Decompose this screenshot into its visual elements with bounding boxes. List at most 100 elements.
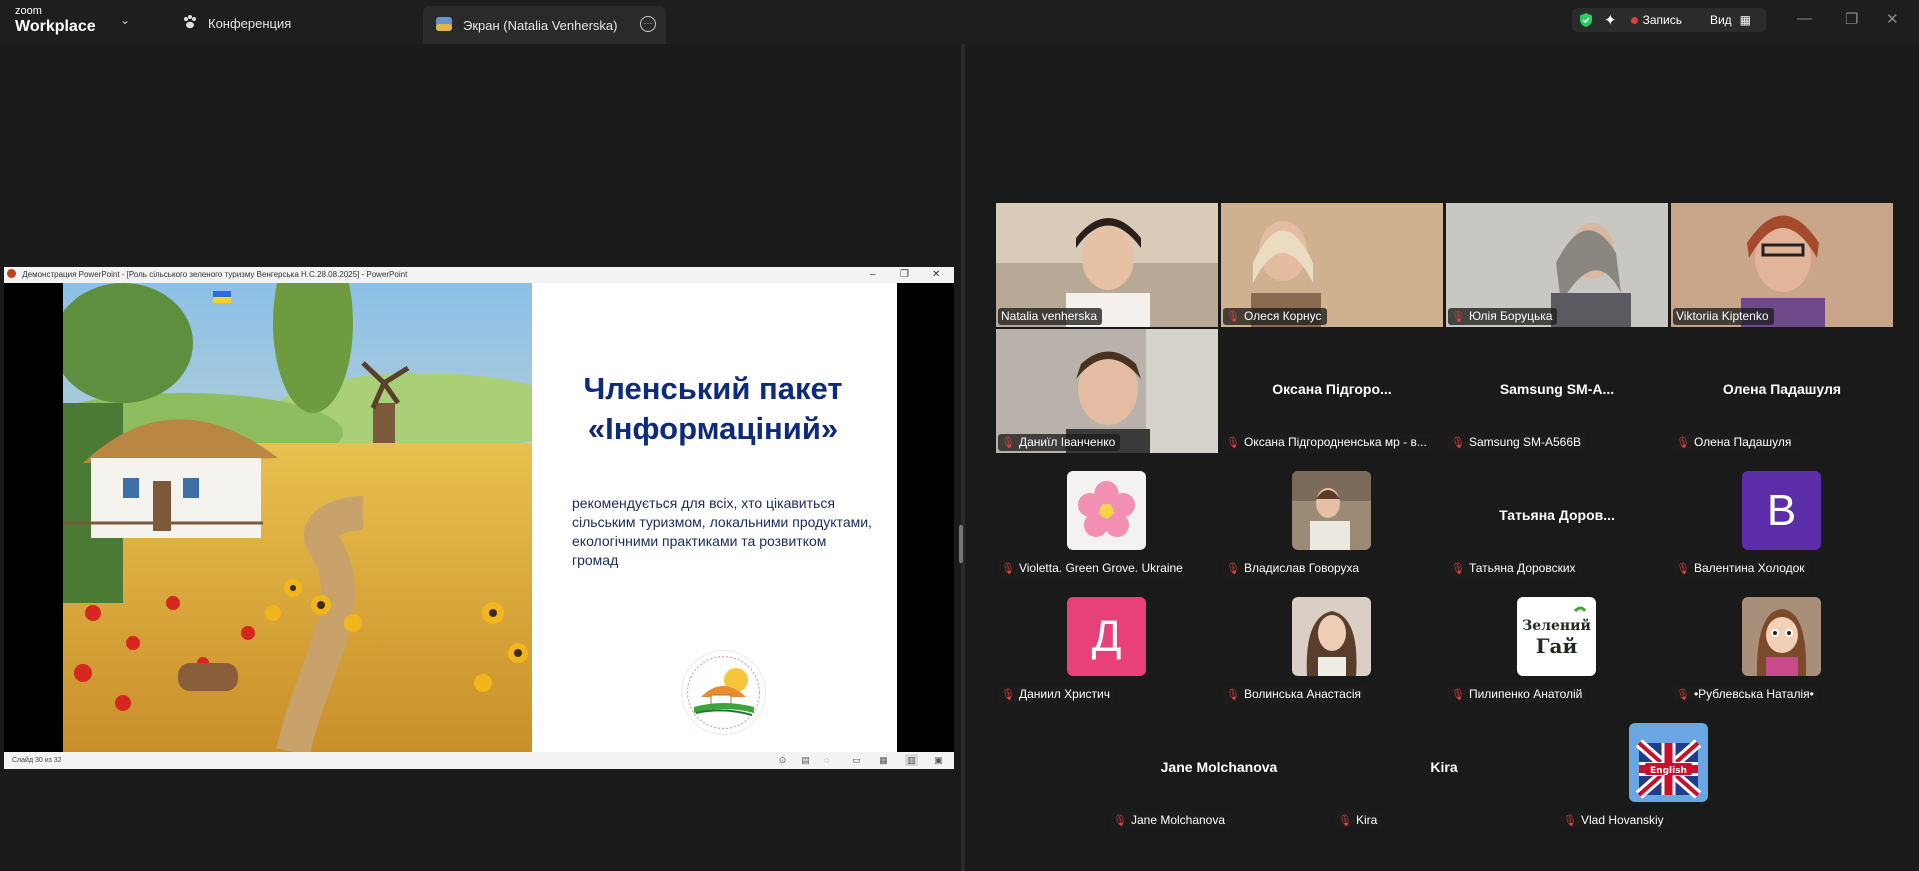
- mic-muted-icon: 🎙: [1226, 311, 1240, 323]
- participant-tile[interactable]: Д 🎙 Даниил Христич: [996, 581, 1218, 705]
- close-icon[interactable]: ✕: [1886, 10, 1899, 28]
- normal-view-icon[interactable]: ▭: [850, 754, 863, 766]
- participant-name: Татьяна Доровских: [1468, 561, 1576, 575]
- participant-name-tag: 🎙 Даниил Христич: [998, 686, 1115, 703]
- split-drag-handle[interactable]: [959, 525, 963, 563]
- chevron-down-icon[interactable]: ⌄: [120, 13, 130, 27]
- participant-name: •Рублевська Наталія•: [1693, 687, 1814, 701]
- avatar-letter: B: [1766, 485, 1797, 535]
- ai-companion-icon[interactable]: ✦: [1604, 11, 1617, 29]
- participant-name: Волинська Анастасія: [1243, 687, 1361, 701]
- powerpoint-icon: [7, 269, 16, 278]
- slide-village-painting: [63, 283, 532, 752]
- participant-name-tag: 🎙 Violetta. Green Grove. Ukraine: [998, 560, 1188, 577]
- participant-name: Vlad Hovanskiy: [1580, 813, 1664, 827]
- ppt-close-icon[interactable]: ✕: [932, 267, 940, 283]
- participant-name-tag: Viktoriia Kiptenko: [1673, 308, 1774, 325]
- participant-name: Даниїл Іванченко: [1018, 435, 1116, 449]
- powerpoint-window: Демонстрация PowerPoint - [Роль сільсько…: [4, 267, 954, 769]
- slideshow-icon[interactable]: ▣: [932, 754, 945, 766]
- participant-tile[interactable]: 🎙 Violetta. Green Grove. Ukraine: [996, 455, 1218, 579]
- more-options-icon[interactable]: ···: [640, 16, 656, 32]
- participant-tile[interactable]: Зелений Гай 🎙 Пилипенко Анатолій: [1446, 581, 1668, 705]
- rural-green-tourism-logo: [681, 650, 766, 735]
- mic-muted-icon: 🎙: [1563, 815, 1577, 827]
- participant-tile[interactable]: 🎙 Даниїл Іванченко: [996, 329, 1218, 453]
- participant-name: Natalia venherska: [1001, 309, 1098, 323]
- view-button[interactable]: Вид: [1710, 13, 1732, 27]
- participant-tile[interactable]: English 🎙 Vlad Hovanskiy: [1558, 707, 1780, 831]
- participant-tile[interactable]: 🎙 •Рублевська Наталія•: [1671, 581, 1893, 705]
- mic-muted-icon: 🎙: [1451, 437, 1465, 449]
- notes-icon[interactable]: ▤: [799, 754, 812, 766]
- participant-tile[interactable]: B 🎙 Валентина Холодок: [1671, 455, 1893, 579]
- participant-name: Олена Падашуля: [1693, 435, 1792, 449]
- mic-muted-icon: 🎙: [1001, 437, 1015, 449]
- participant-tile[interactable]: 🎙 Юлія Боруцька: [1446, 203, 1668, 327]
- participant-name: Оксана Підгородненська мр - в...: [1243, 435, 1427, 449]
- slide-body-text: рекомендується для всіх, хто цікавиться …: [572, 495, 872, 568]
- participant-tile[interactable]: 🎙 Владислав Говоруха: [1221, 455, 1443, 579]
- green-grove-logo: ЗеленийГай: [1517, 597, 1596, 676]
- letter-avatar: B: [1742, 471, 1821, 550]
- participant-name: Даниил Христич: [1018, 687, 1110, 701]
- mic-muted-icon: 🎙: [1001, 689, 1015, 701]
- participant-name-tag: 🎙 Оксана Підгородненська мр - в...: [1223, 434, 1432, 451]
- participant-tile[interactable]: Олена Падашуля 🎙 Олена Падашуля: [1671, 329, 1893, 453]
- brand-line1: zoom: [15, 5, 42, 17]
- minimize-icon[interactable]: —: [1797, 10, 1812, 27]
- ppt-restore-icon[interactable]: ❐: [900, 267, 909, 283]
- english-label: English: [1650, 766, 1687, 776]
- participant-tile[interactable]: Оксана Підгоро... 🎙 Оксана Підгородненськ…: [1221, 329, 1443, 453]
- ppt-minimize-icon[interactable]: –: [870, 267, 876, 283]
- participant-name-tag: 🎙 Татьяна Доровских: [1448, 560, 1581, 577]
- participant-name: Олеся Корнус: [1243, 309, 1322, 323]
- mic-muted-icon: 🎙: [1226, 689, 1240, 701]
- zoom-slider-icon[interactable]: ◌: [820, 754, 833, 766]
- reading-view-icon[interactable]: ▥: [905, 754, 918, 766]
- participant-tile[interactable]: Samsung SM-A... 🎙 Samsung SM-A566B: [1446, 329, 1668, 453]
- logo-text-gai: Гай: [1536, 634, 1578, 658]
- mic-muted-icon: 🎙: [1113, 815, 1127, 827]
- participant-name-tag: 🎙 Олена Падашуля: [1673, 434, 1797, 451]
- mic-muted-icon: 🎙: [1451, 689, 1465, 701]
- participant-name: Юлія Боруцька: [1468, 309, 1553, 323]
- participant-display-name: Jane Molchanova: [1160, 759, 1278, 775]
- participant-tile[interactable]: 🎙 Олеся Корнус: [1221, 203, 1443, 327]
- mic-muted-icon: 🎙: [1226, 437, 1240, 449]
- participant-tile[interactable]: Татьяна Доров... 🎙 Татьяна Доровских: [1446, 455, 1668, 579]
- participant-name-tag: 🎙 Пилипенко Анатолій: [1448, 686, 1588, 703]
- participant-tile[interactable]: Jane Molchanova 🎙 Jane Molchanova: [1108, 707, 1330, 831]
- cartoon-avatar: [1742, 597, 1821, 676]
- participant-name-tag: 🎙 Samsung SM-A566B: [1448, 434, 1587, 451]
- tab-screen-share[interactable]: Экран (Natalia Venherska) ···: [423, 6, 666, 44]
- participant-tile[interactable]: 🎙 Волинська Анастасія: [1221, 581, 1443, 705]
- screen-icon: [435, 16, 453, 35]
- participant-name: Samsung SM-A566B: [1468, 435, 1582, 449]
- brand-line2: Workplace: [15, 18, 96, 35]
- logo-text-green: Зелений: [1522, 617, 1591, 634]
- grid-view-icon[interactable]: ▦: [1740, 13, 1751, 27]
- mic-muted-icon: 🎙: [1338, 815, 1352, 827]
- participant-tile[interactable]: Viktoriia Kiptenko: [1671, 203, 1893, 327]
- photo-avatar: [1292, 597, 1371, 676]
- participant-name-tag: 🎙 Владислав Говоруха: [1223, 560, 1365, 577]
- participant-display-name: Татьяна Доров...: [1499, 507, 1615, 523]
- slide-sorter-icon[interactable]: ▦: [877, 754, 890, 766]
- mic-muted-icon: 🎙: [1451, 563, 1465, 575]
- photo-avatar: [1292, 471, 1371, 550]
- mic-muted-icon: 🎙: [1001, 563, 1015, 575]
- tab-screen-label: Экран (Natalia Venherska): [463, 17, 618, 33]
- participant-name: Валентина Холодок: [1693, 561, 1805, 575]
- avatar-letter: Д: [1091, 611, 1122, 661]
- meeting-controls-pill: ✦ Запись Вид ▦: [1572, 8, 1766, 32]
- tab-conference-label: Конференция: [208, 15, 292, 31]
- participant-tile[interactable]: Kira 🎙 Kira: [1333, 707, 1555, 831]
- accessibility-icon[interactable]: ⊙: [776, 754, 789, 766]
- record-label[interactable]: Запись: [1643, 13, 1682, 27]
- tab-conference[interactable]: Конференция: [170, 6, 291, 40]
- participant-tile[interactable]: Natalia venherska: [996, 203, 1218, 327]
- ppt-status-bar: Слайд 30 из 32 ⊙ ▤ ◌ ▭ ▦ ▥ ▣: [4, 752, 954, 769]
- restore-icon[interactable]: ❐: [1845, 10, 1858, 28]
- shield-icon[interactable]: [1578, 12, 1594, 28]
